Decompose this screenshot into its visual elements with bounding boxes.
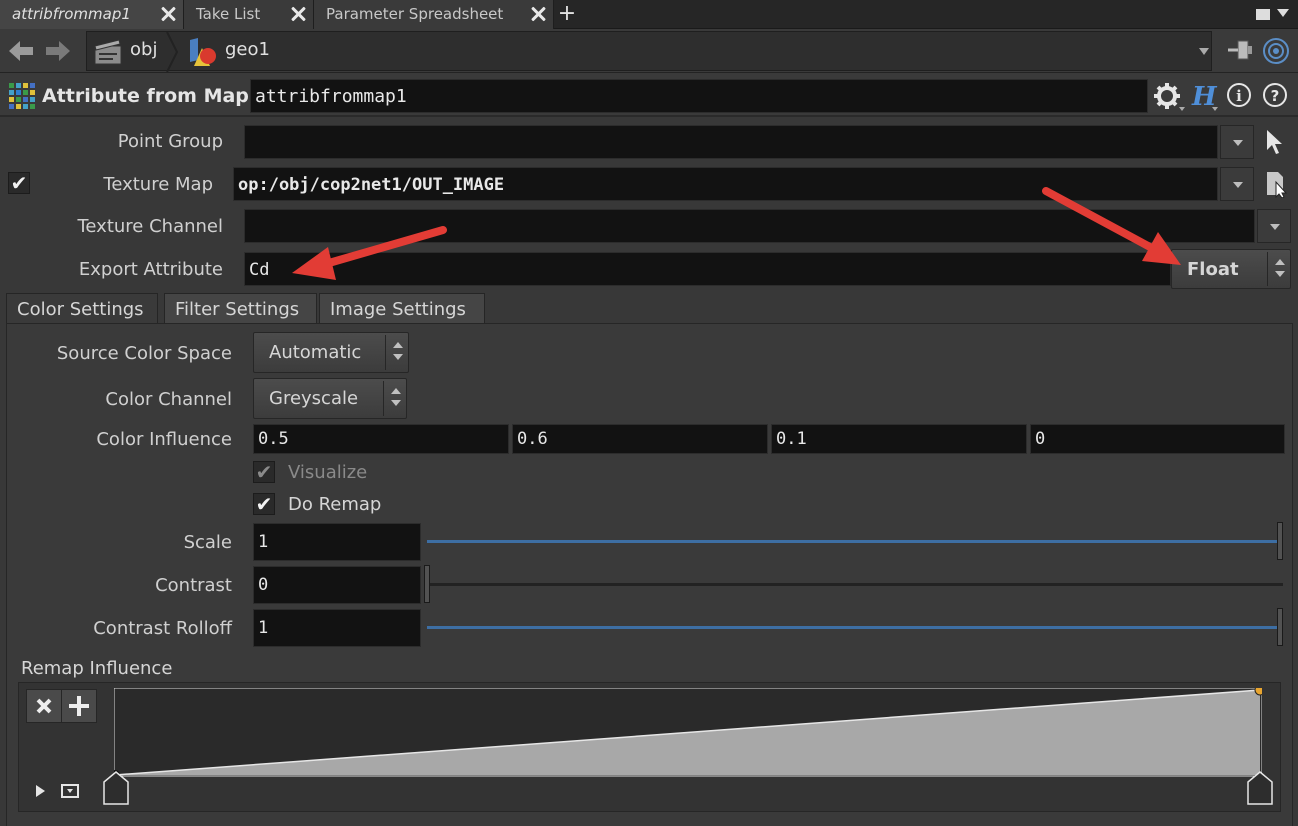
svg-text:?: ? [1271,87,1280,105]
pane-dropdown-icon[interactable] [1277,9,1289,17]
forward-arrow-icon[interactable] [44,38,72,64]
contrast-rolloff-field[interactable]: 1 [253,609,421,647]
scale-label: Scale [183,532,232,553]
ramp-options-icon[interactable] [60,782,80,800]
color-influence-field-2[interactable]: 0.6 [512,424,768,454]
contrast-slider-handle[interactable] [424,565,430,603]
tab-parameter-spreadsheet[interactable]: Parameter Spreadsheet [314,0,554,29]
contrast-rolloff-label: Contrast Rolloff [93,618,232,639]
pane-menu-icon[interactable] [1256,9,1270,20]
node-name-field[interactable]: attribfrommap1 [250,79,1148,113]
point-group-dropdown[interactable] [1220,125,1254,159]
tab-filter-settings[interactable]: Filter Settings [164,293,317,324]
source-color-space-label: Source Color Space [56,343,232,364]
ramp-key-end-handle[interactable] [1245,770,1275,806]
texture-map-label: Texture Map [103,174,213,195]
file-chooser-icon[interactable] [1264,170,1290,198]
path-obj[interactable]: obj [130,39,157,60]
contrast-label: Contrast [155,575,232,596]
color-channel-label: Color Channel [105,389,232,410]
ramp-graph[interactable] [114,688,1262,778]
node-type-label: Attribute from Map [42,85,249,107]
help-icon[interactable]: ? [1262,82,1288,108]
tab-label: Color Settings [17,299,144,320]
color-channel-menu[interactable]: Greyscale [253,378,407,419]
visualize-label: Visualize [288,462,368,483]
contrast-rolloff-slider-fill [427,626,1280,629]
path-separator [166,32,179,72]
color-influence-field-3[interactable]: 0.1 [771,424,1027,454]
tab-take-list[interactable]: Take List [184,0,314,29]
point-group-field[interactable] [244,125,1218,159]
close-icon[interactable] [529,5,547,23]
scale-field[interactable]: 1 [253,523,421,561]
add-tab-icon[interactable]: + [557,3,577,25]
link-icon[interactable] [1262,37,1290,65]
texture-map-field[interactable]: op:/obj/cop2net1/OUT_IMAGE [233,167,1218,201]
visualize-checkbox[interactable]: ✔ [253,461,275,483]
scale-slider-fill [427,540,1280,543]
add-point-button[interactable] [61,689,97,723]
color-influence-field-1[interactable]: 0.5 [253,424,509,454]
contrast-slider-track[interactable] [427,583,1283,586]
path-dropdown-icon[interactable] [1199,48,1209,55]
path-geo[interactable]: geo1 [225,39,270,60]
tab-label: Image Settings [330,299,466,320]
expand-ramp-icon[interactable] [31,782,49,800]
ramp-key-start-handle[interactable] [101,770,131,806]
export-attribute-type-menu[interactable]: Float [1171,249,1291,289]
contrast-rolloff-slider-handle[interactable] [1277,608,1283,646]
obj-network-icon [94,39,122,65]
do-remap-label: Do Remap [288,494,382,515]
export-attribute-field[interactable]: Cd [244,252,1171,286]
texture-map-dropdown[interactable] [1220,167,1254,201]
updown-icon [391,388,401,410]
delete-point-button[interactable] [26,689,62,723]
path-field: obj geo1 [86,31,1212,72]
tab-bar: attribfrommap1 Take List Parameter Sprea… [0,0,1298,29]
color-influence-label: Color Influence [96,429,232,450]
color-channel-value: Greyscale [269,388,359,409]
geo-node-icon [190,38,216,66]
tab-image-settings[interactable]: Image Settings [319,293,485,324]
contrast-field[interactable]: 0 [253,566,421,604]
do-remap-checkbox[interactable]: ✔ [253,493,275,515]
select-arrow-icon[interactable] [1264,128,1286,156]
color-influence-field-4[interactable]: 0 [1030,424,1285,454]
close-icon[interactable] [289,5,307,23]
attribute-from-map-icon [9,83,35,109]
remap-influence-label: Remap Influence [21,658,173,679]
tab-label: Parameter Spreadsheet [326,5,504,23]
houdini-help-icon[interactable]: H [1190,81,1220,113]
plus-icon [69,696,89,716]
updown-icon [393,342,403,364]
back-arrow-icon[interactable] [7,38,35,64]
path-bar: obj geo1 [0,29,1298,73]
texture-channel-dropdown[interactable] [1257,209,1291,243]
info-icon[interactable]: i [1226,82,1252,108]
export-attribute-label: Export Attribute [78,259,223,280]
texture-channel-label: Texture Channel [77,216,223,237]
tab-color-settings[interactable]: Color Settings [6,293,158,324]
svg-text:i: i [1236,87,1242,105]
pin-icon[interactable] [1226,37,1254,65]
texture-channel-field[interactable] [244,209,1255,243]
tab-label: Filter Settings [175,299,300,320]
tab-label: attribfrommap1 [12,5,131,23]
close-icon[interactable] [159,5,177,23]
scale-slider-handle[interactable] [1277,522,1283,560]
source-color-space-value: Automatic [269,342,362,363]
export-attribute-type-value: Float [1187,259,1239,280]
updown-icon [1275,259,1285,281]
node-header: Attribute from Map attribfrommap1 H i ? [0,73,1298,117]
source-color-space-menu[interactable]: Automatic [253,332,409,373]
gear-icon[interactable] [1152,81,1186,113]
point-group-label: Point Group [117,131,223,152]
tab-label: Take List [196,5,261,23]
close-icon [36,698,52,714]
tab-attribfrommap1[interactable]: attribfrommap1 [0,0,184,29]
